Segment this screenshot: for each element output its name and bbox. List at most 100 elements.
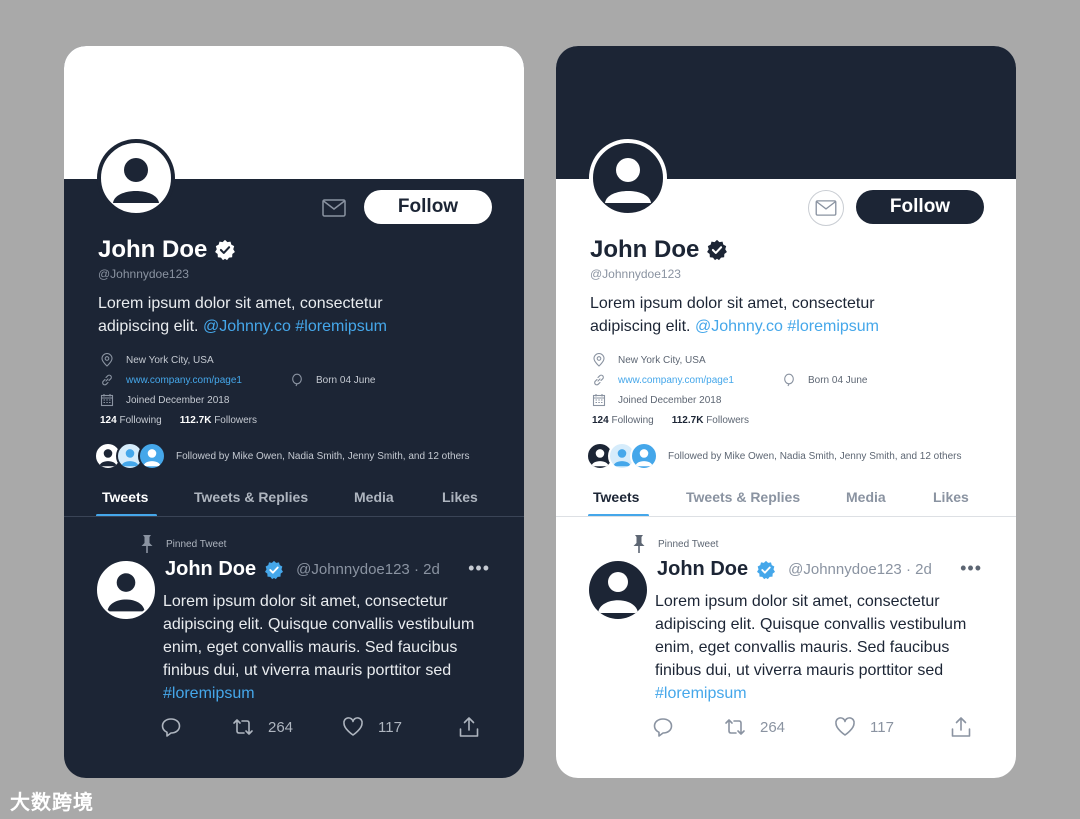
profile-tabs: Tweets Tweets & Replies Media Likes xyxy=(556,481,1016,517)
message-button[interactable] xyxy=(808,190,844,226)
mail-icon xyxy=(322,199,346,217)
link-icon xyxy=(102,374,112,386)
joined-text: Joined December 2018 xyxy=(126,394,230,406)
profile-joined: Joined December 2018 xyxy=(100,393,229,407)
tweet-header: John Doe @Johnnydoe123 · 2d ••• xyxy=(657,558,982,581)
tab-tweets[interactable]: Tweets xyxy=(102,489,148,505)
pin-icon xyxy=(633,535,645,553)
profile-avatar[interactable] xyxy=(589,139,667,217)
share-icon xyxy=(951,717,971,737)
tab-tweets[interactable]: Tweets xyxy=(593,489,639,505)
reply-button[interactable] xyxy=(652,716,688,738)
share-button[interactable] xyxy=(458,716,494,738)
website-link[interactable]: www.company.com/page1 xyxy=(126,375,242,386)
tweet-avatar[interactable] xyxy=(589,561,647,619)
location-text: New York City, USA xyxy=(618,354,706,366)
profile-website[interactable]: www.company.com/page1 xyxy=(100,373,242,387)
following-stat[interactable]: 124 Following xyxy=(592,415,654,426)
calendar-icon xyxy=(100,394,114,407)
pinned-text: Pinned Tweet xyxy=(658,538,719,550)
message-button[interactable] xyxy=(316,190,352,226)
profile-location: New York City, USA xyxy=(592,353,706,367)
follower-avatar xyxy=(630,442,658,470)
retweet-button[interactable]: 264 xyxy=(232,716,293,738)
pinned-tweet-label: Pinned Tweet xyxy=(140,534,226,554)
calendar-icon xyxy=(592,394,606,407)
follow-button[interactable]: Follow xyxy=(856,190,984,224)
tab-likes[interactable]: Likes xyxy=(933,489,969,505)
followed-by-text: Followed by Mike Owen, Nadia Smith, Jenn… xyxy=(668,450,962,462)
follower-avatar xyxy=(138,442,166,470)
profile-stats: 124 Following 112.7K Followers xyxy=(100,415,257,426)
bio-hashtag-link[interactable]: #loremipsum xyxy=(295,318,387,335)
followed-by-row[interactable]: Followed by Mike Owen, Nadia Smith, Jenn… xyxy=(586,442,961,470)
tweet-avatar[interactable] xyxy=(97,561,155,619)
tab-media[interactable]: Media xyxy=(354,489,394,505)
retweet-count: 264 xyxy=(268,718,294,736)
followers-stat[interactable]: 112.7K Followers xyxy=(180,415,257,426)
verified-icon xyxy=(215,239,236,261)
bio-mention-link[interactable]: @Johnny.co xyxy=(203,318,291,335)
tweet-text: Lorem ipsum dolor sit amet, consectetur … xyxy=(655,593,967,679)
more-options-icon[interactable]: ••• xyxy=(468,558,490,579)
reply-button[interactable] xyxy=(160,716,196,738)
heart-icon xyxy=(835,717,855,736)
reply-icon xyxy=(653,718,673,737)
heart-icon xyxy=(343,717,363,736)
tab-media[interactable]: Media xyxy=(846,489,886,505)
tab-tweets-replies[interactable]: Tweets & Replies xyxy=(194,489,308,505)
retweet-button[interactable]: 264 xyxy=(724,716,785,738)
location-text: New York City, USA xyxy=(126,354,214,366)
followed-by-row[interactable]: Followed by Mike Owen, Nadia Smith, Jenn… xyxy=(94,442,469,470)
like-button[interactable]: 117 xyxy=(834,716,894,738)
profile-card-light: Follow John Doe @Johnnydoe123 Lorem ipsu… xyxy=(556,46,1016,778)
tweet-actions: 264 117 xyxy=(652,716,982,740)
tweet-author-name[interactable]: John Doe xyxy=(657,558,748,581)
bio-hashtag-link[interactable]: #loremipsum xyxy=(787,318,879,335)
follow-button[interactable]: Follow xyxy=(364,190,492,224)
balloon-icon xyxy=(784,373,794,387)
like-button[interactable]: 117 xyxy=(342,716,402,738)
profile-website[interactable]: www.company.com/page1 xyxy=(592,373,734,387)
website-link[interactable]: www.company.com/page1 xyxy=(618,375,734,386)
tweet-handle-time: @Johnnydoe123 · 2d xyxy=(296,561,440,578)
share-button[interactable] xyxy=(950,716,986,738)
tweet-author-name[interactable]: John Doe xyxy=(165,558,256,581)
verified-icon xyxy=(707,239,728,261)
retweet-icon xyxy=(725,719,745,735)
verified-icon xyxy=(757,560,776,579)
tweet-text: Lorem ipsum dolor sit amet, consectetur … xyxy=(163,593,475,679)
tabs-divider xyxy=(556,516,1016,517)
profile-stats: 124 Following 112.7K Followers xyxy=(592,415,749,426)
tab-likes[interactable]: Likes xyxy=(442,489,478,505)
tweet-header: John Doe @Johnnydoe123 · 2d ••• xyxy=(165,558,490,581)
profile-name-row: John Doe xyxy=(590,236,728,264)
link-icon xyxy=(594,374,604,386)
like-count: 117 xyxy=(870,718,894,736)
followers-stat[interactable]: 112.7K Followers xyxy=(672,415,749,426)
watermark-logo: 大数跨境 xyxy=(10,792,94,814)
profile-name: John Doe xyxy=(98,236,208,263)
followed-by-text: Followed by Mike Owen, Nadia Smith, Jenn… xyxy=(176,450,470,462)
reply-icon xyxy=(161,718,181,737)
tab-tweets-replies[interactable]: Tweets & Replies xyxy=(686,489,800,505)
joined-text: Joined December 2018 xyxy=(618,394,722,406)
profile-joined: Joined December 2018 xyxy=(592,393,721,407)
profile-birthday: Born 04 June xyxy=(782,373,868,387)
profile-bio: Lorem ipsum dolor sit amet, consectetur … xyxy=(98,292,428,338)
pin-icon xyxy=(141,535,153,553)
balloon-icon xyxy=(292,373,302,387)
following-stat[interactable]: 124 Following xyxy=(100,415,162,426)
tweet-hashtag-link[interactable]: #loremipsum xyxy=(655,685,747,702)
more-options-icon[interactable]: ••• xyxy=(960,558,982,579)
tweet-hashtag-link[interactable]: #loremipsum xyxy=(163,685,255,702)
profile-handle: @Johnnydoe123 xyxy=(98,267,189,281)
profile-card-dark: Follow John Doe @Johnnydoe123 Lorem ipsu… xyxy=(64,46,524,778)
profile-avatar[interactable] xyxy=(97,139,175,217)
born-text: Born 04 June xyxy=(808,374,868,386)
retweet-count: 264 xyxy=(760,718,786,736)
bio-mention-link[interactable]: @Johnny.co xyxy=(695,318,783,335)
like-count: 117 xyxy=(378,718,402,736)
tweet-handle-time: @Johnnydoe123 · 2d xyxy=(788,561,932,578)
tweet-body: Lorem ipsum dolor sit amet, consectetur … xyxy=(163,590,493,705)
